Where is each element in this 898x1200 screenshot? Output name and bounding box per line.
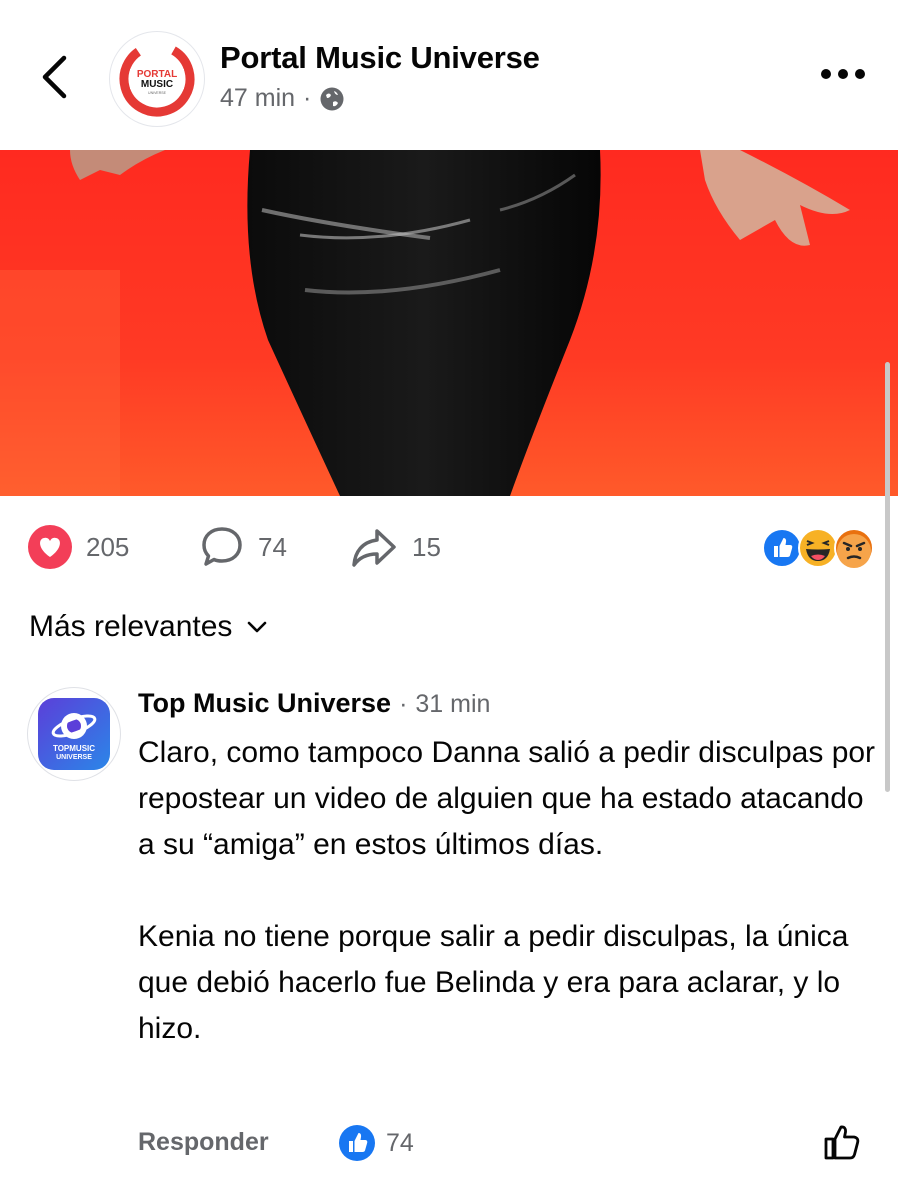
share-button[interactable]: 15 xyxy=(350,524,441,570)
haha-reaction-icon xyxy=(798,528,838,568)
topmusic-logo: TOPMUSIC UNIVERSE xyxy=(38,698,110,770)
comment-avatar[interactable]: TOPMUSIC UNIVERSE xyxy=(28,688,120,780)
comment-button[interactable]: 74 xyxy=(200,524,287,570)
page-avatar[interactable]: PORTAL MUSIC UNIVERSE xyxy=(110,32,204,126)
comment-icon xyxy=(202,527,242,566)
comment-like-count[interactable]: 74 xyxy=(338,1124,414,1162)
chevron-left-icon[interactable] xyxy=(36,52,76,102)
comment-sort-dropdown[interactable]: Más relevantes xyxy=(29,610,268,644)
comment-body: Claro, como tampoco Danna salió a pedir … xyxy=(138,730,878,1052)
angry-reaction-icon xyxy=(834,528,874,568)
logo-text-bottom: MUSIC xyxy=(141,79,173,90)
comment-header: Top Music Universe · 31 min xyxy=(138,688,490,719)
post-time[interactable]: 47 min xyxy=(220,84,295,113)
photo-image xyxy=(0,150,898,496)
comment-avatar-text: TOPMUSIC xyxy=(53,744,95,753)
comment-count-label: 74 xyxy=(258,531,287,562)
comment-avatar-subtext: UNIVERSE xyxy=(56,754,92,761)
comment-like-count-label: 74 xyxy=(386,1128,414,1157)
chevron-down-icon xyxy=(248,621,267,633)
reaction-summary[interactable] xyxy=(762,528,874,568)
globe-icon xyxy=(320,87,344,110)
page-name[interactable]: Portal Music Universe xyxy=(220,40,540,76)
comment-separator: · xyxy=(399,690,408,718)
more-horizontal-icon[interactable] xyxy=(820,64,866,84)
portal-music-logo: PORTAL MUSIC UNIVERSE xyxy=(113,35,201,123)
like-reaction-icon xyxy=(339,1125,375,1161)
comment-paragraph: Kenia no tiene porque salir a pedir disc… xyxy=(138,920,849,1045)
reaction-count[interactable]: 205 xyxy=(28,524,129,570)
logo-subtext: UNIVERSE xyxy=(148,91,167,95)
reply-button[interactable]: Responder xyxy=(138,1128,269,1157)
reaction-count-label: 205 xyxy=(86,531,130,562)
post-photo[interactable] xyxy=(0,150,898,496)
sort-label: Más relevantes xyxy=(29,610,233,643)
comment-time[interactable]: 31 min xyxy=(415,690,490,719)
share-count-label: 15 xyxy=(412,531,441,562)
comment-paragraph: Claro, como tampoco Danna salió a pedir … xyxy=(138,736,876,861)
post-meta: 47 min · xyxy=(220,84,345,113)
share-icon xyxy=(352,529,396,567)
meta-separator: · xyxy=(303,84,312,112)
like-reaction-icon xyxy=(762,528,802,568)
thumbs-up-icon[interactable] xyxy=(822,1122,862,1162)
comment-author[interactable]: Top Music Universe xyxy=(138,688,391,719)
scrollbar[interactable] xyxy=(885,362,890,792)
heart-reaction-icon xyxy=(28,525,72,569)
